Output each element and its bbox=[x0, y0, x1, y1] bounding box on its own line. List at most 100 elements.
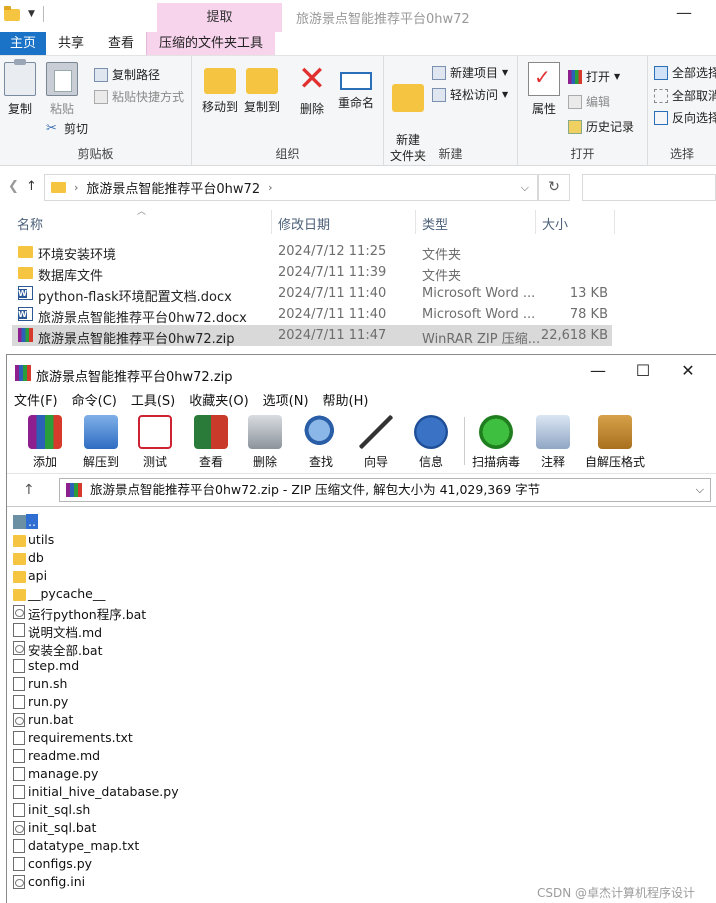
comment-icon bbox=[536, 415, 570, 449]
address-path: 旅游景点智能推荐平台0hw72 bbox=[86, 182, 261, 197]
folder-icon bbox=[51, 182, 66, 193]
properties-button[interactable]: 属性 bbox=[526, 62, 562, 117]
menu-favorites[interactable]: 收藏夹(O) bbox=[182, 387, 255, 409]
file-row-selected[interactable]: 旅游景点智能推荐平台0hw72.zip 2024/7/11 11:47 WinR… bbox=[12, 325, 612, 347]
sfx-button[interactable]: 自解压格式 bbox=[583, 415, 647, 470]
menu-options[interactable]: 选项(N) bbox=[256, 387, 316, 409]
minimize-icon[interactable]: — bbox=[676, 3, 692, 22]
info-button[interactable]: 信息 bbox=[407, 415, 455, 470]
open-button[interactable]: 打开 ▼ bbox=[568, 68, 620, 85]
chevron-right-icon: › bbox=[74, 181, 79, 194]
file-row[interactable]: 环境安装环境 2024/7/12 11:25 文件夹 bbox=[12, 241, 612, 263]
winrar-window: 旅游景点智能推荐平台0hw72.zip — ☐ ✕ 文件(F) 命令(C) 工具… bbox=[6, 354, 716, 903]
archive-entry-name: api bbox=[28, 568, 48, 583]
file-icon bbox=[13, 803, 25, 817]
find-button[interactable]: 查找 bbox=[297, 415, 345, 470]
paste-shortcut-button[interactable]: 粘贴快捷方式 bbox=[94, 88, 184, 105]
explorer-title-bar: ▼ 提取 旅游景点智能推荐平台0hw72 — bbox=[0, 0, 716, 32]
add-button[interactable]: 添加 bbox=[21, 415, 69, 470]
info-icon bbox=[414, 415, 448, 449]
cut-button[interactable]: ✂ 剪切 bbox=[46, 120, 88, 137]
file-icon bbox=[13, 731, 25, 745]
menu-help[interactable]: 帮助(H) bbox=[316, 387, 376, 409]
divider bbox=[42, 6, 44, 22]
address-bar-row: ❮ ↑ › 旅游景点智能推荐平台0hw72 › ⌵ ↻ bbox=[0, 172, 716, 202]
up-arrow-icon[interactable]: ↑ bbox=[26, 179, 37, 194]
back-arrow-icon[interactable]: ❮ bbox=[8, 179, 19, 194]
chevron-down-icon[interactable]: ▼ bbox=[28, 9, 35, 19]
search-input[interactable] bbox=[582, 174, 716, 201]
paste-button[interactable]: 粘贴 bbox=[44, 62, 80, 117]
edit-button[interactable]: 编辑 bbox=[568, 93, 610, 110]
new-folder-button[interactable]: 新建 文件夹 bbox=[388, 62, 428, 180]
file-row[interactable]: 旅游景点智能推荐平台0hw72.docx 2024/7/11 11:40 Mic… bbox=[12, 304, 612, 326]
file-icon bbox=[13, 695, 25, 709]
chevron-down-icon[interactable]: ⌵ bbox=[521, 181, 529, 195]
archive-path-text: 旅游景点智能推荐平台0hw72.zip - ZIP 压缩文件, 解包大小为 41… bbox=[90, 482, 541, 497]
minimize-icon[interactable]: — bbox=[583, 361, 613, 380]
column-type[interactable]: 类型 bbox=[422, 214, 448, 234]
refresh-button[interactable]: ↻ bbox=[538, 174, 570, 201]
extract-to-button[interactable]: 解压到 bbox=[77, 415, 125, 470]
copy-path-button[interactable]: 复制路径 bbox=[94, 66, 160, 83]
properties-icon bbox=[528, 62, 560, 96]
comment-button[interactable]: 注释 bbox=[529, 415, 577, 470]
select-all-button[interactable]: 全部选择 bbox=[654, 64, 716, 81]
menu-file[interactable]: 文件(F) bbox=[7, 387, 65, 409]
history-button[interactable]: 历史记录 bbox=[568, 118, 634, 135]
file-date: 2024/7/11 11:47 bbox=[278, 328, 387, 343]
refresh-icon: ↻ bbox=[548, 179, 560, 195]
parent-folder-icon bbox=[13, 515, 26, 529]
new-item-label: 新建项目 bbox=[450, 66, 499, 80]
archive-entry-name: run.py bbox=[28, 694, 69, 709]
move-to-button[interactable]: 移动到 bbox=[200, 62, 240, 115]
menu-tools[interactable]: 工具(S) bbox=[124, 387, 182, 409]
menu-commands[interactable]: 命令(C) bbox=[65, 387, 124, 409]
scan-virus-button[interactable]: 扫描病毒 bbox=[469, 415, 523, 470]
archive-path-dropdown[interactable]: 旅游景点智能推荐平台0hw72.zip - ZIP 压缩文件, 解包大小为 41… bbox=[59, 478, 711, 502]
delete-button[interactable]: 删除 bbox=[241, 415, 289, 470]
batch-file-icon bbox=[13, 821, 25, 835]
add-archive-icon bbox=[28, 415, 62, 449]
tab-view[interactable]: 查看 bbox=[96, 32, 146, 55]
tab-home[interactable]: 主页 bbox=[0, 32, 47, 55]
invert-selection-label: 反向选择 bbox=[672, 111, 716, 125]
batch-file-icon bbox=[13, 641, 25, 655]
winrar-toolbar: 添加 解压到 测试 查看 删除 查找 向导 信息 扫描病毒 注释 自解压格式 bbox=[7, 411, 716, 471]
winrar-archive-icon bbox=[18, 328, 33, 342]
delete-button[interactable]: ✕ 删除 bbox=[296, 62, 328, 117]
folder-icon[interactable] bbox=[4, 6, 20, 21]
column-name[interactable]: 名称 bbox=[17, 214, 43, 234]
chevron-down-icon[interactable]: ⌵ bbox=[696, 479, 704, 501]
new-item-button[interactable]: 新建项目 ▼ bbox=[432, 64, 508, 81]
up-arrow-icon[interactable]: ↑ bbox=[23, 482, 35, 498]
easy-access-button[interactable]: 轻松访问 ▼ bbox=[432, 86, 508, 103]
ribbon: 复制 粘贴 复制路径 粘贴快捷方式 ✂ 剪切 剪贴板 移动到 复制到 ✕ 删除 … bbox=[0, 56, 716, 166]
column-date[interactable]: 修改日期 bbox=[278, 214, 330, 234]
tab-share[interactable]: 共享 bbox=[46, 32, 96, 55]
new-item-icon bbox=[432, 65, 446, 80]
file-row[interactable]: 数据库文件 2024/7/11 11:39 文件夹 bbox=[12, 262, 612, 284]
column-size[interactable]: 大小 bbox=[542, 214, 568, 234]
file-name: 旅游景点智能推荐平台0hw72.docx bbox=[38, 311, 247, 326]
select-group-label: 选择 bbox=[669, 147, 694, 161]
rename-button[interactable]: 重命名 bbox=[334, 62, 378, 111]
wizard-button[interactable]: 向导 bbox=[352, 415, 400, 470]
paste-shortcut-label: 粘贴快捷方式 bbox=[112, 90, 185, 104]
view-button[interactable]: 查看 bbox=[187, 415, 235, 470]
archive-entry-name: init_sql.bat bbox=[28, 820, 97, 835]
test-button[interactable]: 测试 bbox=[131, 415, 179, 470]
address-bar[interactable]: › 旅游景点智能推荐平台0hw72 › ⌵ bbox=[44, 174, 538, 201]
close-icon[interactable]: ✕ bbox=[673, 361, 703, 380]
menu-bar: 文件(F) 命令(C) 工具(S) 收藏夹(O) 选项(N) 帮助(H) bbox=[7, 387, 716, 409]
file-icon bbox=[13, 623, 25, 637]
tab-compressed-folder-tools[interactable]: 压缩的文件夹工具 bbox=[146, 32, 276, 55]
select-none-button[interactable]: 全部取消 bbox=[654, 87, 716, 104]
file-row[interactable]: python-flask环境配置文档.docx 2024/7/11 11:40 … bbox=[12, 283, 612, 305]
chevron-down-icon: ▼ bbox=[502, 68, 509, 77]
maximize-icon[interactable]: ☐ bbox=[628, 361, 658, 380]
invert-selection-button[interactable]: 反向选择 bbox=[654, 109, 716, 126]
file-size: 78 KB bbox=[569, 307, 608, 322]
copy-to-button[interactable]: 复制到 bbox=[242, 62, 282, 115]
copy-button[interactable]: 复制 bbox=[4, 59, 36, 117]
